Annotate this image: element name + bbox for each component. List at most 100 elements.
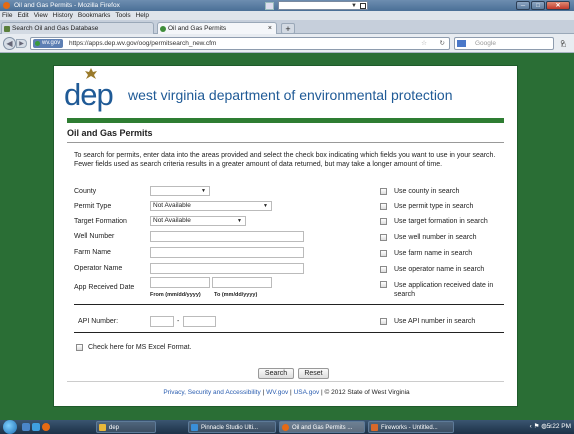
firefox-icon — [3, 2, 10, 9]
use-app-received-label: Use application received date in search — [394, 282, 494, 298]
firefox-icon — [282, 424, 289, 431]
section-divider — [74, 332, 504, 333]
back-button[interactable]: ◀ — [3, 37, 16, 50]
use-target-formation-checkbox[interactable] — [380, 218, 387, 225]
org-name: west virginia department of environmenta… — [128, 87, 453, 103]
ie-icon[interactable] — [32, 423, 40, 431]
page-title: Oil and Gas Permits — [67, 128, 153, 138]
dep-logo[interactable]: dep — [64, 77, 114, 113]
firefox-icon[interactable] — [42, 423, 50, 431]
footer-sep: | — [262, 389, 265, 396]
footer-sep: | — [321, 389, 323, 396]
menu-history[interactable]: History — [53, 11, 73, 20]
header-divider — [67, 118, 504, 123]
menu-bar: File Edit View History Bookmarks Tools H… — [0, 11, 574, 20]
menu-tools[interactable]: Tools — [115, 11, 130, 20]
web-search-box[interactable]: Google ⚲ — [454, 37, 565, 50]
taskbar-item-pinnacle[interactable]: Pinnacle Studio Ulti... — [188, 421, 276, 433]
privacy-link[interactable]: Privacy, Security and Accessibility — [163, 389, 260, 396]
farm-name-input[interactable] — [150, 247, 304, 258]
minimize-button[interactable]: ─ — [516, 1, 530, 10]
from-date-input[interactable] — [150, 277, 210, 288]
copyright-text: © 2012 State of West Virginia — [324, 389, 410, 396]
chevron-down-icon[interactable]: ▼ — [351, 2, 357, 10]
target-formation-value: Not Available — [153, 217, 191, 224]
chevron-down-icon: ▼ — [237, 218, 242, 224]
start-button[interactable] — [3, 420, 17, 434]
reload-icon[interactable]: ↻ — [440, 38, 445, 49]
google-icon[interactable] — [457, 40, 466, 47]
target-formation-label: Target Formation — [74, 218, 127, 225]
taskbar-item-fireworks[interactable]: Fireworks - Untitled... — [368, 421, 454, 433]
box-icon[interactable] — [360, 3, 366, 9]
excel-format-checkbox[interactable] — [76, 344, 83, 351]
operator-name-label: Operator Name — [74, 265, 123, 272]
use-county-checkbox[interactable] — [380, 188, 387, 195]
close-button[interactable]: ✕ — [546, 1, 570, 10]
forward-button[interactable]: ▶ — [16, 39, 27, 48]
tab-oil-gas-permits[interactable]: Oil and Gas Permits × — [157, 22, 277, 34]
use-well-number-checkbox[interactable] — [380, 234, 387, 241]
from-date-hint: From (mm/dd/yyyy) — [150, 292, 201, 298]
url-bar[interactable]: wv.gov https://apps.dep.wv.gov/oog/permi… — [30, 37, 450, 50]
maximize-button[interactable]: □ — [531, 1, 545, 10]
footer: Privacy, Security and Accessibility | WV… — [54, 389, 519, 396]
taskbar-item-label: Fireworks - Untitled... — [381, 425, 438, 431]
tab-search-database[interactable]: Search Oil and Gas Database — [1, 22, 154, 34]
navigation-bar: ◀ ▶ wv.gov https://apps.dep.wv.gov/oog/p… — [0, 34, 574, 53]
taskbar-item-firefox[interactable]: Oil and Gas Permits ... — [279, 421, 365, 433]
footer-divider — [67, 381, 504, 382]
wvgov-link[interactable]: WV.gov — [266, 389, 288, 396]
use-api-number-checkbox[interactable] — [380, 318, 387, 325]
taskbar-item-label: Pinnacle Studio Ulti... — [201, 425, 259, 431]
to-date-input[interactable] — [212, 277, 272, 288]
menu-edit[interactable]: Edit — [17, 11, 28, 20]
menu-view[interactable]: View — [34, 11, 48, 20]
url-text[interactable]: https://apps.dep.wv.gov/oog/permitsearch… — [69, 38, 216, 49]
show-desktop-icon[interactable] — [22, 423, 30, 431]
taskbar-item-label: Oil and Gas Permits ... — [292, 425, 353, 431]
api-number-part1-input[interactable] — [150, 316, 174, 327]
reset-button[interactable]: Reset — [298, 368, 329, 379]
site-identity-badge[interactable]: wv.gov — [33, 39, 64, 48]
target-formation-select[interactable]: Not Available ▼ — [150, 216, 246, 226]
new-tab-button[interactable]: + — [281, 23, 295, 34]
home-icon[interactable]: ⌂ — [561, 39, 566, 49]
search-placeholder: Google — [475, 40, 496, 47]
chevron-down-icon: ▼ — [263, 203, 268, 209]
use-permit-type-checkbox[interactable] — [380, 203, 387, 210]
window-title: Oil and Gas Permits - Mozilla Firefox — [14, 2, 120, 9]
operator-name-input[interactable] — [150, 263, 304, 274]
favicon-icon — [4, 26, 10, 32]
window-titlebar: Oil and Gas Permits - Mozilla Firefox ▼ … — [0, 0, 574, 11]
api-number-part2-input[interactable] — [183, 316, 216, 327]
taskbar-item-dep[interactable]: dep — [96, 421, 156, 433]
favicon-icon — [160, 26, 166, 32]
use-permit-type-label: Use permit type in search — [394, 203, 474, 210]
use-well-number-label: Use well number in search — [394, 234, 477, 241]
taskbar: dep Pinnacle Studio Ulti... Oil and Gas … — [0, 420, 574, 434]
api-number-label: API Number: — [78, 318, 119, 325]
usagov-link[interactable]: USA.gov — [294, 389, 320, 396]
titlebar-widget: ▼ — [265, 1, 368, 10]
bookmark-star-icon[interactable]: ☆ — [421, 38, 427, 49]
permit-type-label: Permit Type — [74, 203, 112, 210]
use-app-received-checkbox[interactable] — [380, 281, 387, 288]
well-number-input[interactable] — [150, 231, 304, 242]
search-button[interactable]: Search — [258, 368, 294, 379]
use-operator-name-checkbox[interactable] — [380, 266, 387, 273]
menu-file[interactable]: File — [2, 11, 12, 20]
well-number-label: Well Number — [74, 233, 115, 240]
footer-sep: | — [290, 389, 292, 396]
use-farm-name-checkbox[interactable] — [380, 250, 387, 257]
tab-label: Search Oil and Gas Database — [12, 25, 99, 32]
use-api-number-label: Use API number in search — [394, 318, 476, 325]
permit-type-select[interactable]: Not Available ▼ — [150, 201, 272, 211]
intro-text: To search for permits, enter data into t… — [74, 152, 496, 168]
taskbar-item-label: dep — [109, 425, 120, 431]
api-separator: - — [177, 318, 180, 325]
menu-bookmarks[interactable]: Bookmarks — [78, 11, 111, 20]
county-select[interactable]: ▼ — [150, 186, 210, 196]
menu-help[interactable]: Help — [136, 11, 149, 20]
clock[interactable]: 5:22 PM — [547, 420, 571, 434]
